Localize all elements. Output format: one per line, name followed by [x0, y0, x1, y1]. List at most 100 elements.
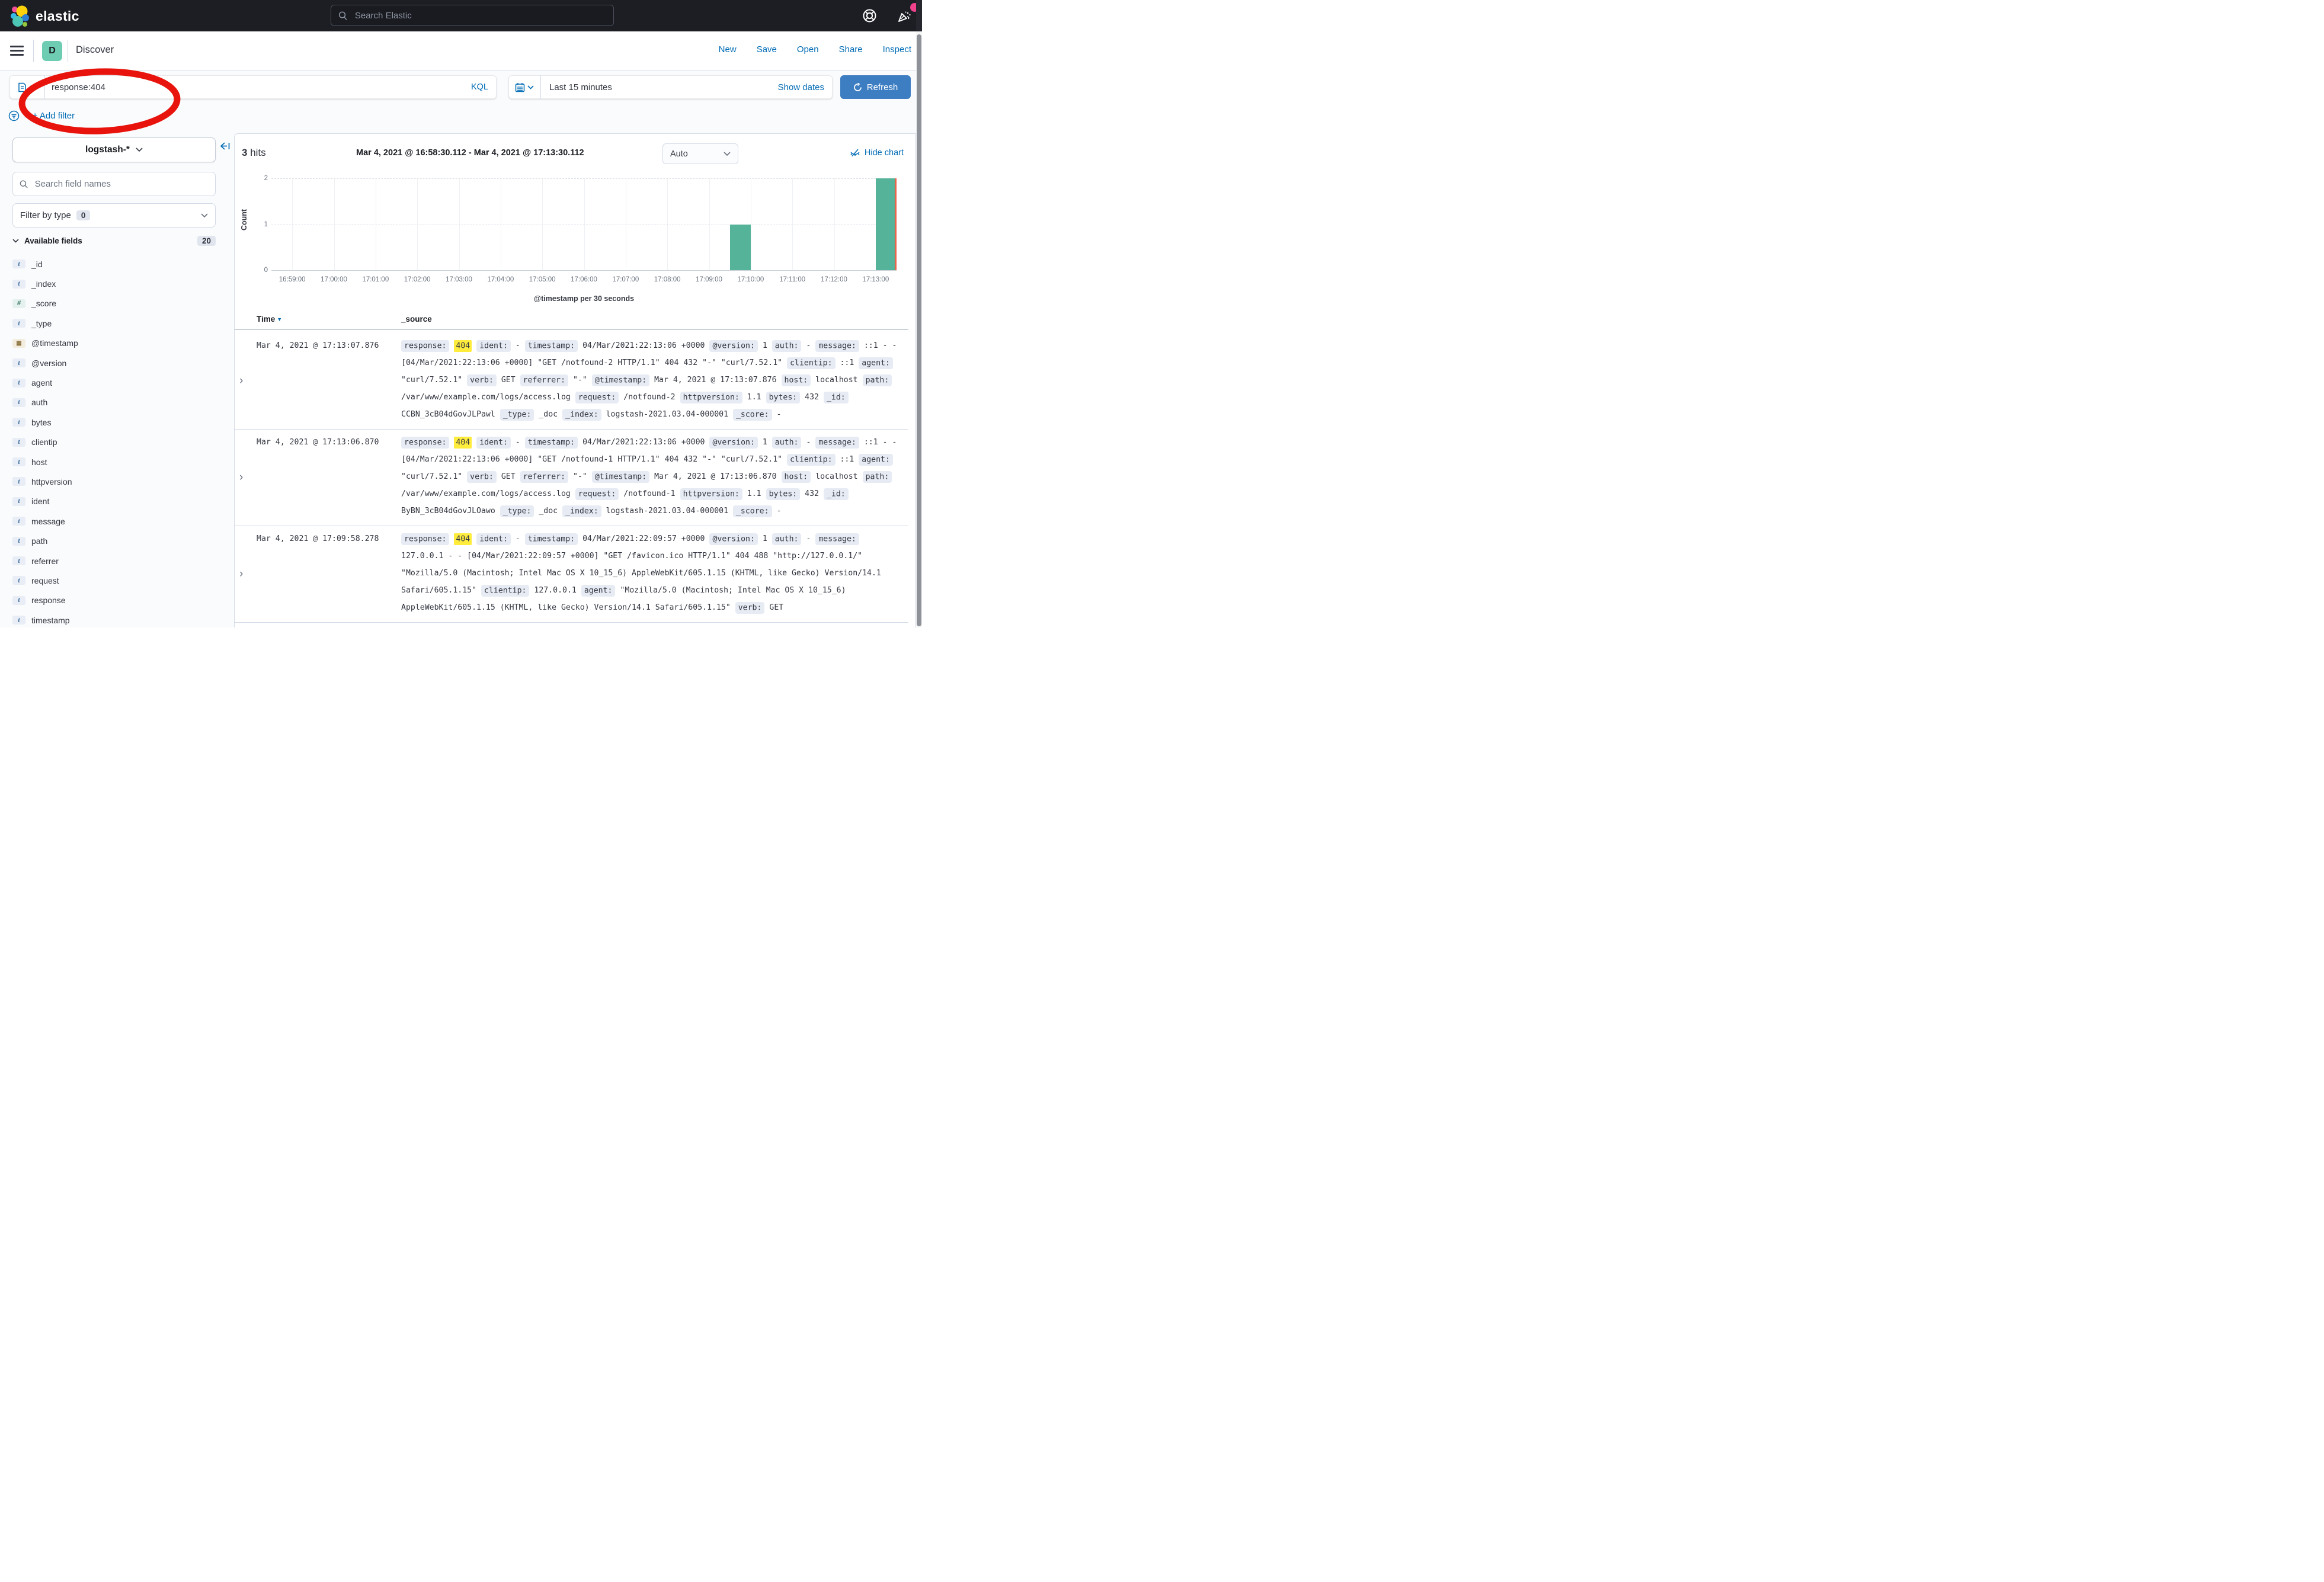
histogram-bar[interactable] [730, 225, 751, 271]
help-icon[interactable] [862, 8, 877, 23]
refresh-button[interactable]: Refresh [840, 75, 911, 99]
field-item-ident[interactable]: tident [12, 492, 216, 511]
show-dates-button[interactable]: Show dates [778, 82, 833, 92]
field-item-agent[interactable]: tagent [12, 373, 216, 392]
field-chip: _index: [562, 505, 601, 517]
query-language-button[interactable]: KQL [471, 82, 497, 92]
field-item-_id[interactable]: t_id [12, 254, 216, 274]
expand-row-button[interactable]: › [235, 434, 243, 520]
table-row: › Mar 4, 2021 @ 17:13:07.876response: 404… [235, 333, 908, 430]
elastic-logo[interactable]: elastic [9, 5, 79, 27]
field-type-text-icon: t [12, 616, 25, 625]
field-item-@timestamp[interactable]: ▦ @timestamp [12, 334, 216, 353]
field-chip: request: [575, 392, 619, 403]
available-fields-count: 20 [197, 236, 216, 246]
hide-chart-button[interactable]: Hide chart [850, 148, 904, 158]
field-chip: _type: [500, 409, 534, 421]
field-chip: verb: [735, 602, 765, 614]
global-search-input[interactable] [354, 10, 606, 21]
field-type-text-icon: t [12, 596, 25, 605]
field-item-auth[interactable]: tauth [12, 393, 216, 412]
chevron-down-icon [12, 239, 19, 243]
field-item-bytes[interactable]: tbytes [12, 412, 216, 432]
field-search[interactable] [12, 172, 216, 196]
doc-time: Mar 4, 2021 @ 17:13:06.870 [257, 434, 401, 520]
doc-source: response: 404 ident: - timestamp: 04/Mar… [401, 337, 908, 423]
scrollbar[interactable] [916, 0, 922, 627]
field-type-text-icon: t [12, 358, 25, 367]
field-item-request[interactable]: trequest [12, 571, 216, 590]
field-chip: response: [401, 340, 449, 352]
interval-select[interactable]: Auto [662, 143, 738, 164]
results-panel: 3 hits Mar 4, 2021 @ 16:58:30.112 - Mar … [234, 133, 916, 627]
field-value: Mar 4, 2021 @ 17:13:07.876 [654, 376, 776, 385]
field-chip: message: [815, 533, 859, 545]
field-chip: agent: [581, 585, 616, 597]
field-item-path[interactable]: tpath [12, 531, 216, 550]
current-time-marker [895, 178, 897, 270]
expand-row-button[interactable]: › [235, 337, 243, 423]
field-item-@version[interactable]: t @version [12, 353, 216, 373]
discover-page: elastic [0, 0, 922, 627]
field-type-text-icon: t [12, 379, 25, 388]
field-name: @version [31, 358, 66, 368]
field-item-referrer[interactable]: treferrer [12, 551, 216, 571]
field-value: /var/www/example.com/logs/access.log [401, 489, 571, 498]
collapse-sidebar-icon[interactable] [220, 142, 231, 150]
field-search-input[interactable] [34, 178, 209, 190]
histogram-bar[interactable] [876, 178, 897, 270]
scrollbar-thumb[interactable] [917, 34, 921, 626]
field-value: 1 [763, 534, 767, 543]
whats-new-icon[interactable] [896, 8, 912, 24]
field-item-host[interactable]: thost [12, 452, 216, 472]
query-input[interactable]: response:404 [45, 82, 471, 92]
refresh-label: Refresh [867, 82, 898, 92]
expand-row-button[interactable]: › [235, 530, 243, 616]
filter-icon[interactable] [8, 110, 20, 121]
nav-divider [33, 40, 34, 62]
field-item-message[interactable]: tmessage [12, 511, 216, 531]
field-value: 1.1 [747, 393, 761, 402]
field-item-_score[interactable]: #_score [12, 294, 216, 313]
global-search[interactable] [331, 5, 614, 26]
field-list: t_idt_index#_scoret_type ▦ @timestamp t @ver… [12, 254, 216, 627]
field-item-response[interactable]: tresponse [12, 591, 216, 610]
saved-query-menu-button[interactable] [9, 75, 45, 99]
field-item-_type[interactable]: t_type [12, 313, 216, 333]
field-name: _score [31, 299, 56, 308]
date-quick-menu-button[interactable] [508, 75, 541, 99]
field-value: "-" [573, 376, 587, 385]
field-item-clientip[interactable]: tclientip [12, 433, 216, 452]
new-button[interactable]: New [719, 44, 737, 55]
field-chip: path: [863, 374, 892, 386]
open-button[interactable]: Open [797, 44, 819, 55]
time-range-value[interactable]: Last 15 minutes [541, 82, 612, 92]
save-button[interactable]: Save [757, 44, 777, 55]
field-value: 04/Mar/2021:22:13:06 +0000 [582, 438, 705, 447]
field-type-date-icon: ▦ [12, 339, 25, 348]
field-chip: _id: [824, 488, 849, 500]
filter-by-type-select[interactable]: Filter by type 0 [12, 203, 216, 228]
field-value: 1 [763, 341, 767, 350]
field-item-_index[interactable]: t_index [12, 274, 216, 293]
field-item-httpversion[interactable]: thttpversion [12, 472, 216, 491]
x-axis-labels: 16:59:0017:00:0017:01:0017:02:0017:03:00… [271, 276, 897, 286]
share-button[interactable]: Share [839, 44, 863, 55]
inspect-button[interactable]: Inspect [883, 44, 911, 55]
field-item-timestamp[interactable]: ttimestamp [12, 610, 216, 627]
x-axis-tick-label: 17:09:00 [696, 276, 722, 283]
field-type-text-icon: t [12, 537, 25, 546]
field-name: @timestamp [31, 338, 78, 348]
field-value: - [806, 438, 811, 447]
field-chip: auth: [772, 340, 802, 352]
field-chip: ident: [476, 533, 511, 545]
available-fields-header[interactable]: Available fields 20 [12, 236, 216, 246]
time-column-header[interactable]: Time▼ [257, 315, 401, 324]
add-filter-button[interactable]: + Add filter [33, 111, 75, 121]
field-chip: referrer: [520, 374, 568, 386]
menu-icon[interactable] [10, 46, 24, 58]
field-value: 127.0.0.1 [534, 586, 576, 595]
field-value: /var/www/example.com/logs/access.log [401, 393, 571, 402]
index-pattern-select[interactable]: logstash-* [12, 137, 216, 162]
query-bar: response:404 KQL [9, 75, 497, 99]
